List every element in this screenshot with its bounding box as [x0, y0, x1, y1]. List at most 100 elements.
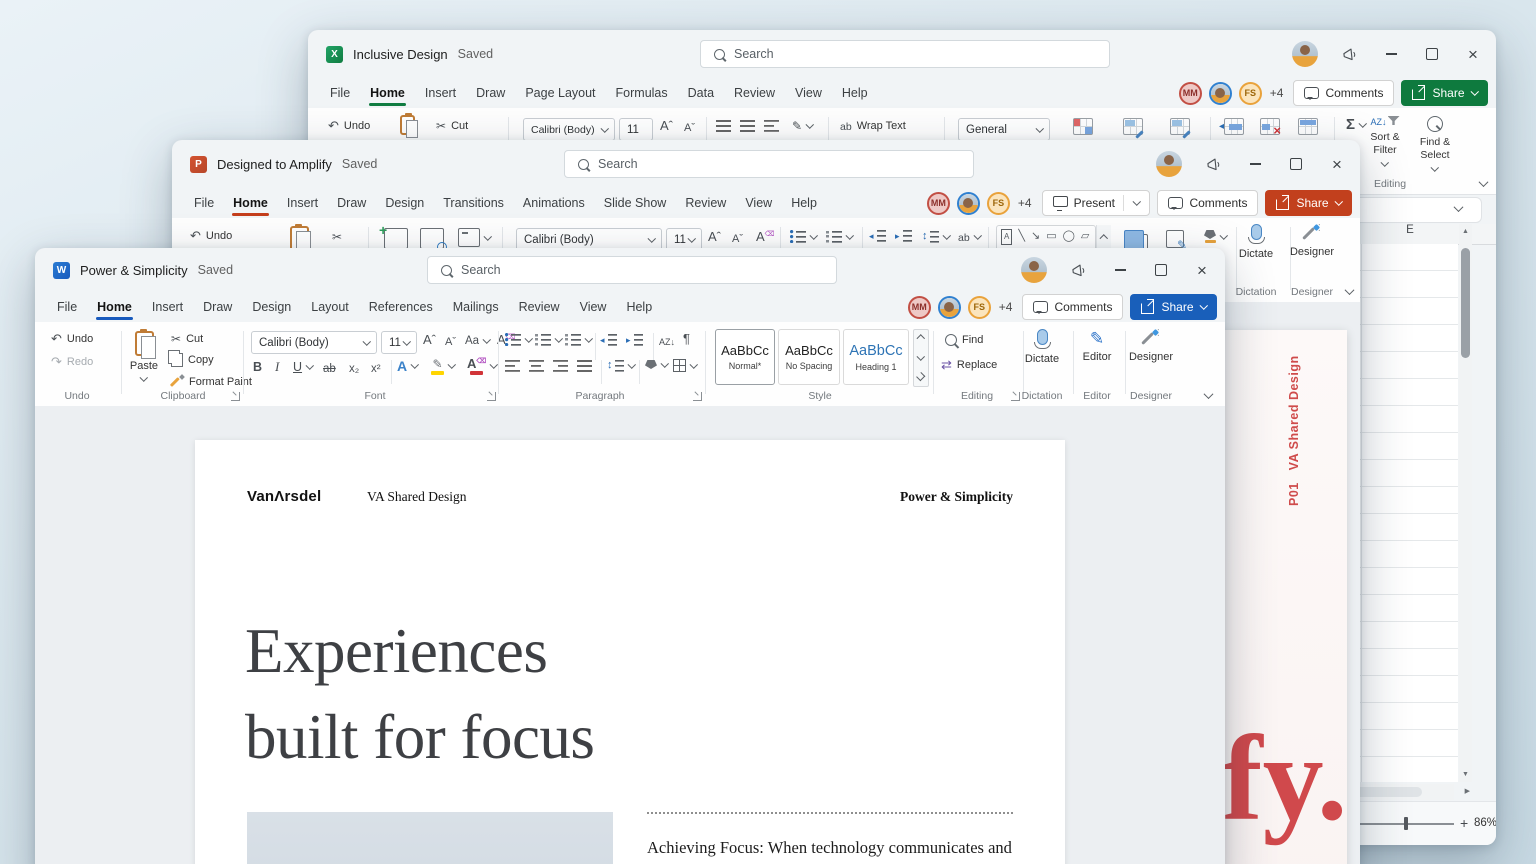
feedback-megaphone-icon[interactable] [1340, 44, 1360, 64]
word-tab-layout[interactable]: Layout [311, 292, 349, 322]
excel-tab-insert[interactable]: Insert [425, 78, 456, 108]
copy-button[interactable]: Copy [168, 350, 214, 367]
share-button[interactable]: Share [1401, 80, 1488, 106]
borders-button[interactable] [673, 359, 698, 372]
bullets-button[interactable] [790, 230, 818, 243]
shrink-font-button[interactable] [445, 334, 456, 348]
paragraph-dialog-launcher[interactable] [693, 392, 702, 401]
replace-button[interactable]: Replace [941, 358, 997, 371]
font-name-select[interactable]: Calibri (Body) [523, 118, 615, 141]
numbering-button[interactable] [826, 230, 854, 243]
format-as-table-button[interactable] [1123, 118, 1143, 135]
scroll-right-arrow[interactable]: ▶ [1465, 788, 1470, 795]
close-button[interactable]: × [1464, 45, 1482, 63]
word-tab-draw[interactable]: Draw [203, 292, 232, 322]
orientation-button[interactable] [792, 119, 814, 132]
comments-button[interactable]: Comments [1022, 294, 1124, 320]
change-case-button[interactable] [465, 333, 491, 348]
collaborator-avatar[interactable] [1208, 81, 1232, 105]
user-avatar[interactable] [1292, 41, 1318, 67]
text-direction-button[interactable] [958, 230, 982, 244]
style-no-spacing[interactable]: AaBbCc No Spacing [778, 329, 840, 385]
document-image-placeholder[interactable] [247, 812, 613, 864]
powerpoint-search-box[interactable]: Search [564, 150, 974, 178]
redo-button[interactable]: Redo [51, 355, 93, 368]
conditional-formatting-button[interactable] [1073, 118, 1093, 135]
maximize-button[interactable] [1287, 155, 1305, 173]
minimize-button[interactable] [1382, 45, 1400, 63]
oval-shape[interactable]: ◯ [1063, 229, 1075, 245]
collapse-ribbon-chevron[interactable] [1478, 177, 1489, 188]
excel-tab-help[interactable]: Help [842, 78, 868, 108]
grow-font-button[interactable] [423, 333, 436, 346]
ppt-tab-view[interactable]: View [745, 188, 772, 218]
style-gallery-scroll[interactable] [913, 329, 929, 387]
collaborator-overflow-count[interactable]: +4 [1018, 196, 1032, 210]
sort-filter-button[interactable]: Sort &Filter [1360, 114, 1410, 167]
freeform-shape[interactable]: ▱ [1081, 229, 1089, 245]
bullets-button[interactable] [505, 333, 533, 346]
cut-button[interactable]: Cut [436, 119, 468, 132]
format-cells-button[interactable] [1298, 118, 1318, 135]
comments-button[interactable]: Comments [1293, 80, 1395, 106]
word-tab-references[interactable]: References [369, 292, 433, 322]
cut-button[interactable]: Cut [171, 332, 203, 345]
multilevel-list-button[interactable] [565, 333, 593, 346]
align-center-button[interactable] [529, 360, 544, 372]
cell-styles-button[interactable] [1170, 118, 1190, 135]
ppt-tab-insert[interactable]: Insert [287, 188, 318, 218]
superscript-button[interactable] [371, 361, 381, 376]
ppt-tab-help[interactable]: Help [791, 188, 817, 218]
strikethrough-button[interactable] [323, 361, 336, 376]
excel-tab-data[interactable]: Data [688, 78, 714, 108]
grow-font-button[interactable] [660, 119, 673, 132]
decrease-indent-button[interactable] [869, 230, 886, 242]
collaborator-avatar[interactable] [956, 191, 980, 215]
maximize-button[interactable] [1152, 261, 1170, 279]
font-size-select[interactable]: 11 [381, 331, 417, 354]
insert-cells-button[interactable] [1219, 118, 1244, 135]
ppt-tab-draw[interactable]: Draw [337, 188, 366, 218]
font-color-button[interactable] [467, 357, 498, 375]
collaborator-overflow-count[interactable]: +4 [999, 300, 1013, 314]
font-name-select[interactable]: Calibri (Body) [251, 331, 377, 354]
ppt-tab-design[interactable]: Design [385, 188, 424, 218]
excel-tab-draw[interactable]: Draw [476, 78, 505, 108]
word-tab-file[interactable]: File [57, 292, 77, 322]
excel-search-box[interactable]: Search [700, 40, 1110, 68]
arrange-button[interactable] [1124, 230, 1144, 250]
editor-button[interactable]: Editor [1073, 330, 1121, 363]
word-search-box[interactable]: Search [427, 256, 837, 284]
word-tab-view[interactable]: View [580, 292, 607, 322]
zoom-in-button[interactable]: + [1460, 815, 1468, 831]
word-tab-mailings[interactable]: Mailings [453, 292, 499, 322]
quick-styles-button[interactable] [1166, 230, 1184, 248]
find-select-button[interactable]: Find & Select [1410, 116, 1460, 172]
user-avatar[interactable] [1021, 257, 1047, 283]
decrease-indent-button[interactable] [600, 334, 617, 346]
bold-button[interactable] [253, 360, 262, 374]
minimize-button[interactable] [1246, 155, 1264, 173]
sort-button[interactable] [659, 334, 675, 347]
scroll-down-arrow[interactable]: ▼ [1462, 771, 1469, 778]
italic-button[interactable] [275, 360, 279, 373]
rectangle-shape[interactable]: ▭ [1046, 229, 1056, 245]
arrow-shape[interactable]: ↘ [1031, 229, 1040, 245]
excel-tab-home[interactable]: Home [369, 78, 406, 108]
collaborator-badge-fs[interactable]: FS [967, 295, 991, 319]
numbering-button[interactable] [535, 333, 563, 346]
collaborator-badge-mm[interactable]: MM [1178, 81, 1202, 105]
collaborator-badge-mm[interactable]: MM [926, 191, 950, 215]
align-right-button[interactable] [553, 360, 568, 372]
text-box-shape[interactable]: A [1001, 229, 1013, 245]
dictate-button[interactable]: Dictate [1015, 329, 1069, 365]
word-tab-design[interactable]: Design [252, 292, 291, 322]
collaborator-badge-fs[interactable]: FS [1238, 81, 1262, 105]
excel-tab-review[interactable]: Review [734, 78, 775, 108]
collapse-ribbon-chevron[interactable] [1203, 389, 1214, 400]
clipboard-dialog-launcher[interactable] [231, 392, 240, 401]
new-slide-button[interactable]: + [379, 222, 408, 249]
show-formatting-marks-button[interactable] [683, 332, 690, 345]
ppt-tab-slide-show[interactable]: Slide Show [604, 188, 667, 218]
underline-button[interactable] [293, 360, 314, 374]
